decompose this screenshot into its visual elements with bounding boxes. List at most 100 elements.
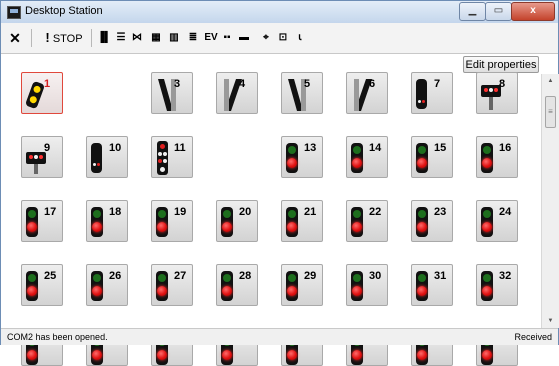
accessory-tile-16[interactable]: 16 bbox=[476, 136, 518, 178]
edit-properties-button[interactable]: Edit properties bbox=[463, 56, 539, 73]
accessory-tile-32[interactable]: 32 bbox=[476, 264, 518, 306]
turnout-left-icon bbox=[224, 79, 242, 111]
title-bar[interactable]: Desktop Station ▁ ▭ x bbox=[1, 1, 558, 23]
list-icon[interactable]: ≣ bbox=[186, 28, 200, 48]
train-list-icon[interactable]: ☰ bbox=[114, 28, 128, 48]
red-signal-icon bbox=[416, 143, 428, 173]
accessory-tile-24[interactable]: 24 bbox=[476, 200, 518, 242]
settings-icon[interactable]: ⊡ bbox=[276, 28, 290, 48]
tile-number: 27 bbox=[174, 270, 187, 282]
tile-number: 3 bbox=[174, 78, 181, 90]
tile-number: 10 bbox=[109, 142, 122, 154]
tile-number: 22 bbox=[369, 206, 382, 218]
accessory-tile-7[interactable]: 7 bbox=[411, 72, 453, 114]
accessory-tile-1[interactable]: 1 bbox=[21, 72, 63, 114]
toolbar-separator bbox=[91, 29, 92, 47]
accessory-tile-14[interactable]: 14 bbox=[346, 136, 388, 178]
tile-number: 25 bbox=[44, 270, 57, 282]
accessory-tile-4[interactable]: 4 bbox=[216, 72, 258, 114]
scroll-thumb[interactable]: ≡ bbox=[545, 96, 556, 128]
status-message: COM2 has been opened. bbox=[7, 332, 108, 342]
red-signal-icon bbox=[156, 271, 168, 301]
status-indicator: Received bbox=[514, 332, 552, 342]
accessory-tile-29[interactable]: 29 bbox=[281, 264, 323, 306]
red-signal-icon bbox=[156, 207, 168, 237]
accessory-tile-5[interactable]: 5 bbox=[281, 72, 323, 114]
accessory-tile-20[interactable]: 20 bbox=[216, 200, 258, 242]
tile-number: 6 bbox=[369, 78, 376, 90]
tile-number: 21 bbox=[304, 206, 317, 218]
signal-post bbox=[489, 97, 493, 110]
accessory-tile-21[interactable]: 21 bbox=[281, 200, 323, 242]
accessory-tile-26[interactable]: 26 bbox=[86, 264, 128, 306]
tile-number: 15 bbox=[434, 142, 447, 154]
tile-number: 13 bbox=[304, 142, 317, 154]
tile-number: 8 bbox=[499, 78, 506, 90]
close-window-button[interactable]: x bbox=[511, 2, 555, 21]
red-signal-icon bbox=[91, 271, 103, 301]
tile-number: 28 bbox=[239, 270, 252, 282]
tile-number: 4 bbox=[239, 78, 246, 90]
accessory-tile-25[interactable]: 25 bbox=[21, 264, 63, 306]
info-icon[interactable]: ⍳ bbox=[293, 28, 307, 48]
accessory-tile-8[interactable]: 8 bbox=[476, 72, 518, 114]
accessory-tile-31[interactable]: 31 bbox=[411, 264, 453, 306]
accessory-tile-15[interactable]: 15 bbox=[411, 136, 453, 178]
window-title: Desktop Station bbox=[25, 5, 103, 17]
accessory-tile-27[interactable]: 27 bbox=[151, 264, 193, 306]
dwarf-signal-icon bbox=[26, 152, 46, 164]
status-bar: COM2 has been opened. Received bbox=[1, 328, 558, 345]
tile-number: 30 bbox=[369, 270, 382, 282]
app-window: Desktop Station ▁ ▭ x ✕ ! STOP ▐▌ ☰ ⋈ ▦ ▥ ≣ EV… bbox=[0, 0, 559, 366]
close-icon[interactable]: ✕ bbox=[7, 28, 23, 48]
stop-button[interactable]: ! STOP bbox=[43, 28, 85, 48]
scroll-up-icon[interactable]: ▲ bbox=[542, 74, 559, 88]
red-signal-icon bbox=[351, 143, 363, 173]
yellow-signal-icon bbox=[26, 81, 44, 109]
tile-number: 23 bbox=[434, 206, 447, 218]
tile-number: 5 bbox=[304, 78, 311, 90]
turnout-right-icon bbox=[288, 79, 306, 111]
ev-label[interactable]: EV bbox=[204, 28, 218, 48]
accessory-tile-28[interactable]: 28 bbox=[216, 264, 258, 306]
coupler-icon[interactable]: ⋈ bbox=[130, 28, 144, 48]
accessory-tile-30[interactable]: 30 bbox=[346, 264, 388, 306]
toolbar-separator bbox=[31, 29, 32, 47]
toolbar: ✕ ! STOP ▐▌ ☰ ⋈ ▦ ▥ ≣ EV ▪▪ ▬ ⌖ ⊡ ⍳ bbox=[1, 23, 558, 54]
layout-panel: Edit properties 1 3 4 5 6 7 8 9 10 11 13 14 15 16 17 18… bbox=[1, 54, 559, 366]
tile-number: 32 bbox=[499, 270, 512, 282]
stop-icon: ! bbox=[45, 30, 50, 45]
accessory-tile-10[interactable]: 10 bbox=[86, 136, 128, 178]
locomotive-icon[interactable]: ▐▌ bbox=[97, 28, 111, 48]
tile-number: 11 bbox=[174, 142, 186, 154]
red-signal-icon bbox=[286, 143, 298, 173]
accessory-tile-6[interactable]: 6 bbox=[346, 72, 388, 114]
red-signal-icon bbox=[221, 271, 233, 301]
accessory-tile-22[interactable]: 22 bbox=[346, 200, 388, 242]
accessory-tile-13[interactable]: 13 bbox=[281, 136, 323, 178]
accessory-tile-17[interactable]: 17 bbox=[21, 200, 63, 242]
minimize-button[interactable]: ▁ bbox=[459, 2, 486, 21]
dark-signal-icon bbox=[91, 143, 102, 173]
turnout-left-icon bbox=[354, 79, 372, 111]
tile-number: 24 bbox=[499, 206, 512, 218]
red-signal-icon bbox=[286, 207, 298, 237]
signal-post bbox=[34, 164, 38, 174]
accessory-grid-icon[interactable]: ▪▪ bbox=[220, 28, 234, 48]
accessory-tile-11[interactable]: 11 bbox=[151, 136, 193, 178]
scroll-down-icon[interactable]: ▼ bbox=[542, 314, 559, 328]
accessory-tile-23[interactable]: 23 bbox=[411, 200, 453, 242]
accessory-tile-18[interactable]: 18 bbox=[86, 200, 128, 242]
table-icon[interactable]: ▥ bbox=[167, 28, 181, 48]
turnout-right-icon bbox=[158, 79, 176, 111]
accessory-tile-3[interactable]: 3 bbox=[151, 72, 193, 114]
panel-icon[interactable]: ▬ bbox=[237, 28, 251, 48]
red-signal-icon bbox=[91, 207, 103, 237]
accessory-tile-9[interactable]: 9 bbox=[21, 136, 63, 178]
layout-grid-icon[interactable]: ▦ bbox=[149, 28, 163, 48]
wrench-icon[interactable]: ⌖ bbox=[259, 28, 273, 48]
vertical-scrollbar[interactable]: ▲ ≡ ▼ bbox=[541, 74, 559, 328]
red-signal-icon bbox=[351, 207, 363, 237]
accessory-tile-19[interactable]: 19 bbox=[151, 200, 193, 242]
maximize-button[interactable]: ▭ bbox=[485, 2, 512, 21]
